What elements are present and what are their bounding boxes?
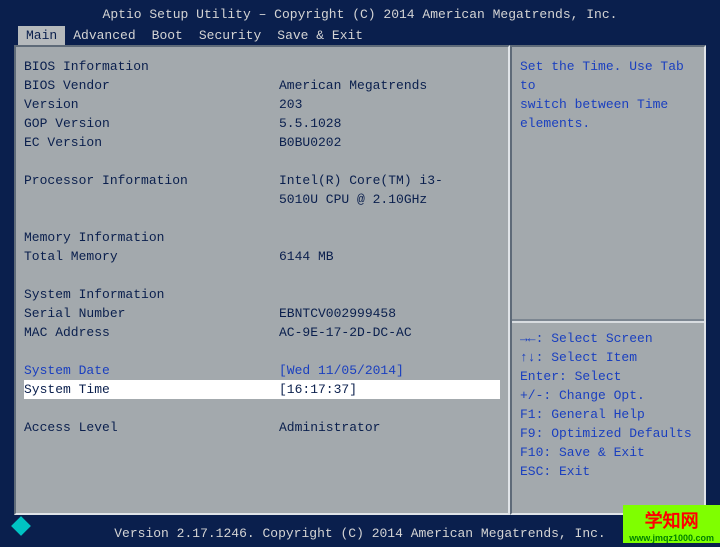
version-value: 203 <box>279 95 500 114</box>
system-date-label: System Date <box>24 361 279 380</box>
ec-version-value: B0BU0202 <box>279 133 500 152</box>
tab-advanced[interactable]: Advanced <box>65 26 143 45</box>
ec-version-label: EC Version <box>24 133 279 152</box>
right-panel: Set the Time. Use Tab to switch between … <box>510 45 706 515</box>
help-line-2: switch between Time elements. <box>520 95 696 133</box>
access-level-label: Access Level <box>24 418 279 437</box>
mac-address-label: MAC Address <box>24 323 279 342</box>
mac-address-value: AC-9E-17-2D-DC-AC <box>279 323 500 342</box>
tab-bar: Main Advanced Boot Security Save & Exit <box>0 26 720 45</box>
watermark-sub: www.jmqz1000.com <box>629 533 714 543</box>
system-time-value[interactable]: [16:17:37] <box>279 380 500 399</box>
serial-number-label: Serial Number <box>24 304 279 323</box>
key-hints: →←: Select Screen ↑↓: Select Item Enter:… <box>520 323 696 481</box>
system-date-row[interactable]: System Date[Wed 11/05/2014] <box>24 361 500 380</box>
help-line-1: Set the Time. Use Tab to <box>520 57 696 95</box>
serial-number-value: EBNTCV002999458 <box>279 304 500 323</box>
tab-save-exit[interactable]: Save & Exit <box>269 26 371 45</box>
tab-main[interactable]: Main <box>18 26 65 45</box>
key-select-screen: →←: Select Screen <box>520 329 696 348</box>
total-memory-value: 6144 MB <box>279 247 500 266</box>
tab-boot[interactable]: Boot <box>144 26 191 45</box>
access-level-value: Administrator <box>279 418 500 437</box>
processor-info-label: Processor Information <box>24 171 279 190</box>
key-esc: ESC: Exit <box>520 462 696 481</box>
bios-vendor-value: American Megatrends <box>279 76 500 95</box>
help-panel: Set the Time. Use Tab to switch between … <box>520 57 696 319</box>
left-panel: BIOS Information BIOS VendorAmerican Meg… <box>14 45 510 515</box>
total-memory-label: Total Memory <box>24 247 279 266</box>
tab-security[interactable]: Security <box>191 26 269 45</box>
key-change-opt: +/-: Change Opt. <box>520 386 696 405</box>
system-info-header: System Information <box>24 285 500 304</box>
body-area: BIOS Information BIOS VendorAmerican Meg… <box>14 45 706 515</box>
system-time-row[interactable]: System Time[16:17:37] <box>24 380 500 399</box>
bios-vendor-label: BIOS Vendor <box>24 76 279 95</box>
watermark-main: 学知网 <box>645 511 699 531</box>
version-label: Version <box>24 95 279 114</box>
key-select-item: ↑↓: Select Item <box>520 348 696 367</box>
key-enter: Enter: Select <box>520 367 696 386</box>
key-save-exit: F10: Save & Exit <box>520 443 696 462</box>
gop-version-label: GOP Version <box>24 114 279 133</box>
bios-footer: Version 2.17.1246. Copyright (C) 2014 Am… <box>0 520 720 547</box>
bios-info-header: BIOS Information <box>24 57 500 76</box>
key-general-help: F1: General Help <box>520 405 696 424</box>
key-optimized-defaults: F9: Optimized Defaults <box>520 424 696 443</box>
gop-version-value: 5.5.1028 <box>279 114 500 133</box>
system-time-label: System Time <box>24 380 279 399</box>
bios-title: Aptio Setup Utility – Copyright (C) 2014… <box>0 0 720 26</box>
watermark: 学知网 www.jmqz1000.com <box>623 505 720 543</box>
processor-info-value-1: Intel(R) Core(TM) i3- <box>279 171 500 190</box>
system-date-value[interactable]: [Wed 11/05/2014] <box>279 361 500 380</box>
processor-info-value-2: 5010U CPU @ 2.10GHz <box>279 190 500 209</box>
memory-info-header: Memory Information <box>24 228 500 247</box>
